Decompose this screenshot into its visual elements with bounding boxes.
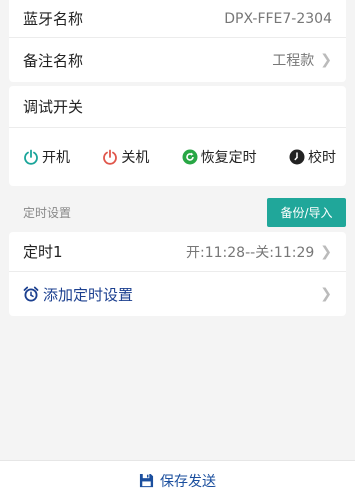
timer-name: 定时1 — [23, 243, 63, 261]
debug-title-row: 调试开关 — [9, 86, 346, 128]
timer-list-card: 定时1 开:11:28--关:11:29 ❯ 添加定时设置 ❯ — [9, 232, 346, 316]
bluetooth-name-value: DPX-FFE7-2304 — [224, 10, 332, 27]
add-timer-row[interactable]: 添加定时设置 ❯ — [9, 272, 346, 316]
chevron-right-icon: ❯ — [320, 243, 332, 260]
bluetooth-name-row: 蓝牙名称 DPX-FFE7-2304 — [9, 0, 346, 38]
timer-section-title: 定时设置 — [23, 205, 72, 220]
device-info-card: 蓝牙名称 DPX-FFE7-2304 备注名称 工程款 ❯ — [9, 0, 346, 82]
chevron-right-icon: ❯ — [320, 286, 332, 302]
timer-value: 开:11:28--关:11:29 — [186, 244, 315, 261]
note-name-label: 备注名称 — [23, 51, 84, 70]
add-timer-label: 添加定时设置 — [43, 285, 134, 304]
clock-icon — [289, 149, 305, 165]
note-name-row[interactable]: 备注名称 工程款 ❯ — [9, 38, 346, 82]
debug-switch-card: 调试开关 开机 关机 恢复定时 校时 — [9, 86, 346, 186]
alarm-clock-icon — [23, 286, 39, 302]
floppy-disk-icon — [139, 473, 154, 488]
backup-import-button[interactable]: 备份/导入 — [267, 197, 346, 227]
footer-bar: 保存发送 — [0, 460, 355, 500]
save-send-label: 保存发送 — [160, 473, 216, 490]
refresh-icon — [182, 149, 198, 165]
power-off-button[interactable]: 关机 — [102, 147, 149, 167]
time-sync-button[interactable]: 校时 — [289, 147, 336, 167]
time-sync-label: 校时 — [307, 150, 336, 166]
power-icon — [103, 149, 118, 165]
note-name-value: 工程款 — [272, 53, 315, 69]
timer-row[interactable]: 定时1 开:11:28--关:11:29 ❯ — [9, 232, 346, 272]
power-on-button[interactable]: 开机 — [23, 147, 70, 167]
restore-timer-label: 恢复定时 — [200, 150, 257, 166]
power-icon — [24, 149, 38, 165]
debug-buttons: 开机 关机 恢复定时 校时 — [9, 128, 346, 186]
save-send-button[interactable]: 保存发送 — [139, 471, 216, 491]
power-on-label: 开机 — [42, 150, 70, 166]
restore-timer-button[interactable]: 恢复定时 — [182, 147, 257, 167]
debug-title: 调试开关 — [23, 98, 84, 116]
bluetooth-name-label: 蓝牙名称 — [23, 10, 84, 28]
chevron-right-icon: ❯ — [320, 52, 332, 68]
timer-section-header: 定时设置 备份/导入 — [9, 196, 346, 228]
power-off-label: 关机 — [121, 150, 150, 166]
